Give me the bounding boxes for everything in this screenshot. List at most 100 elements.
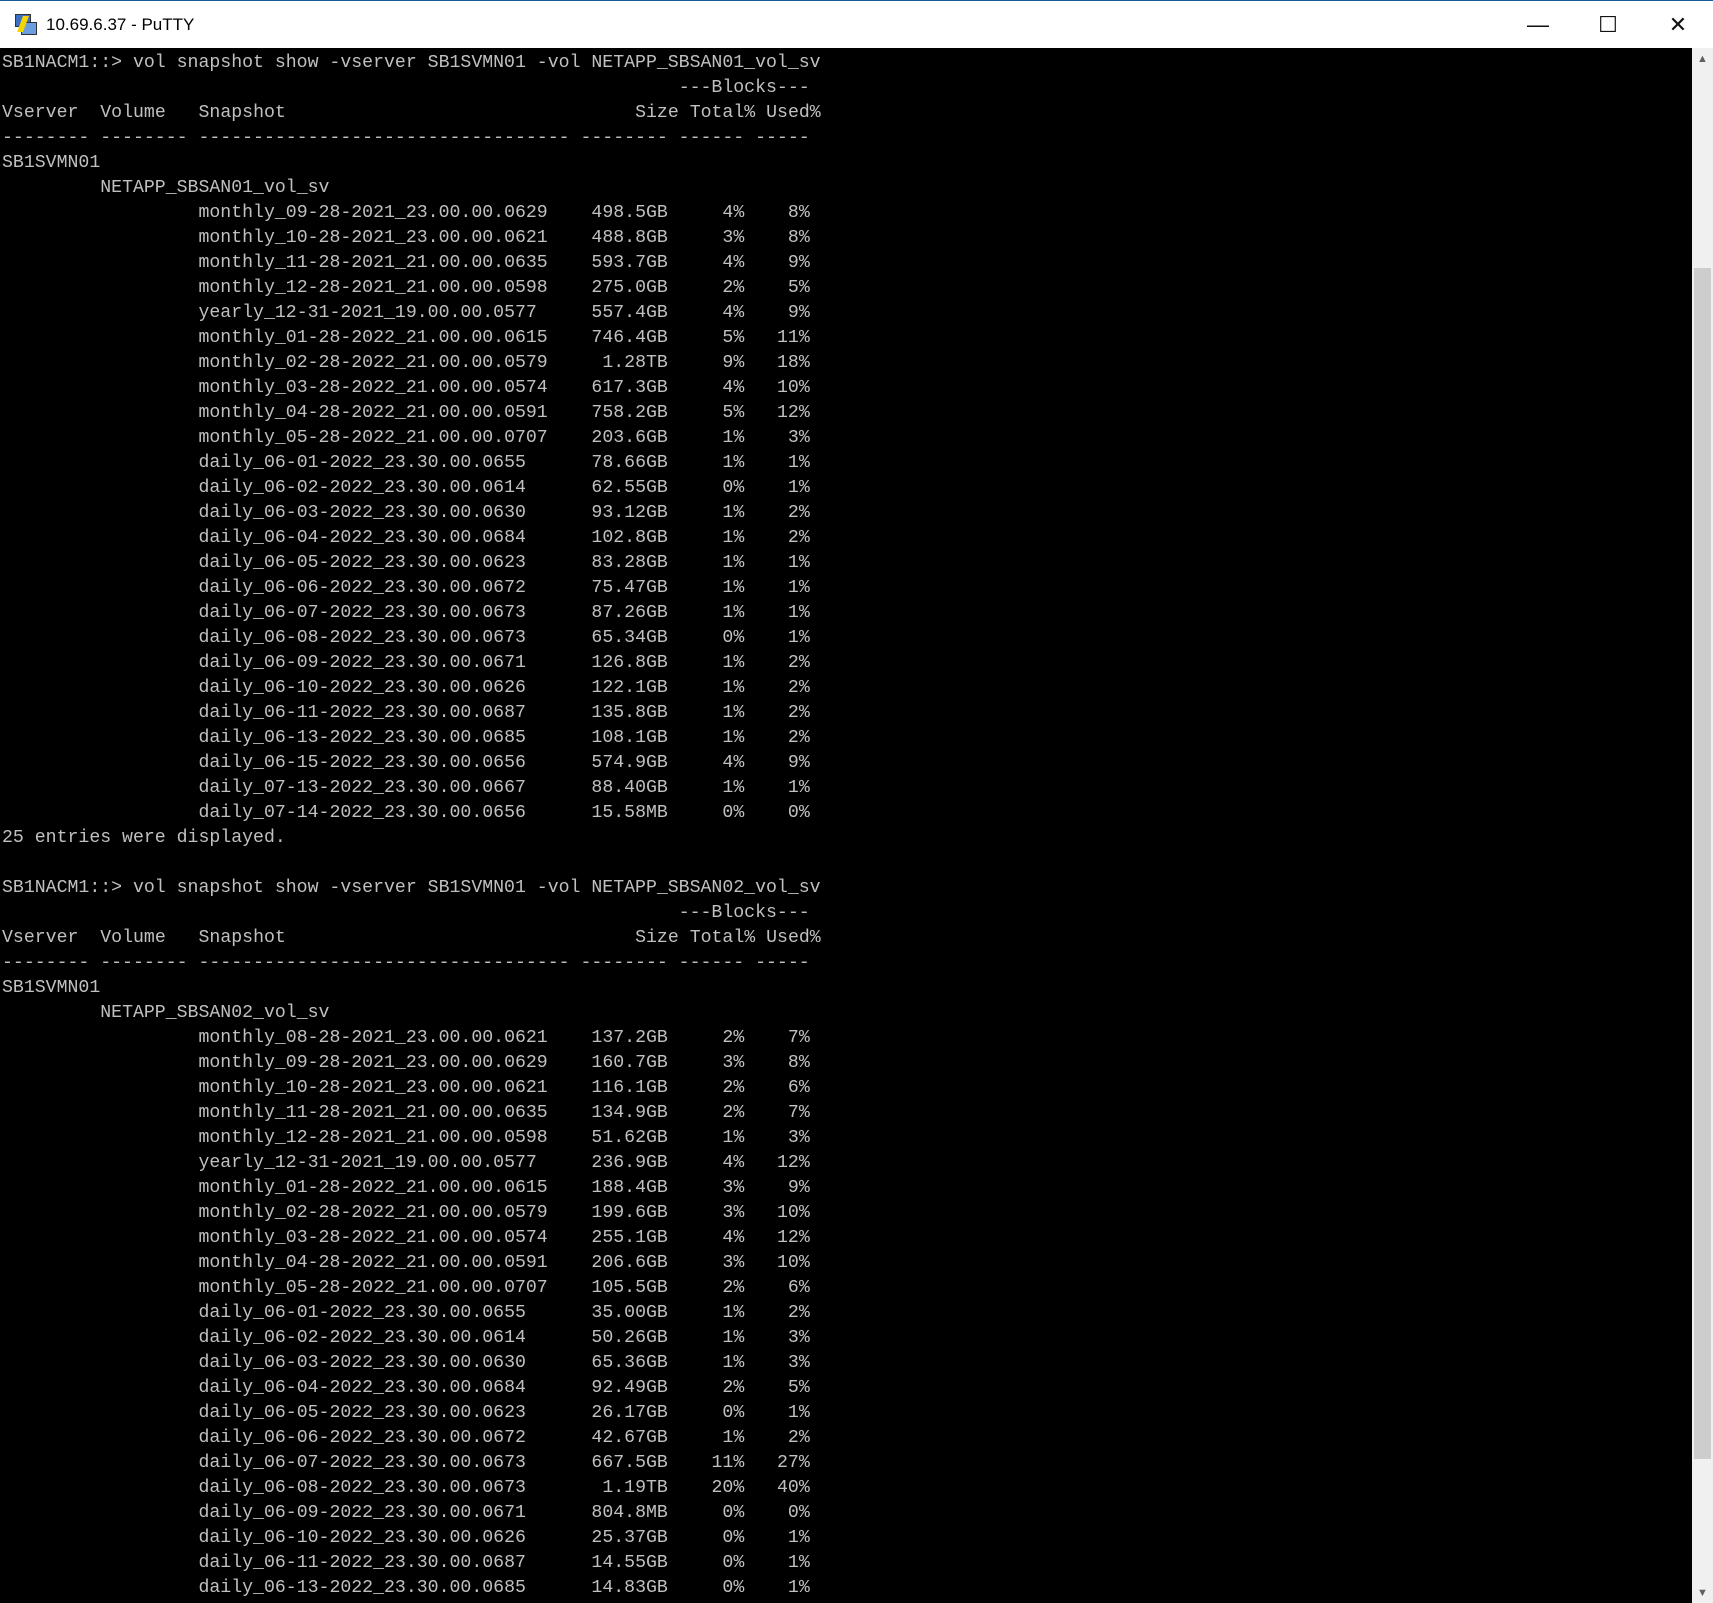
snapshot-size: 14.55GB (591, 1553, 668, 1573)
snapshot-size: 199.6GB (591, 1203, 668, 1223)
snapshot-size: 42.67GB (591, 1428, 668, 1448)
used-percent: 8% (787, 1053, 810, 1073)
vertical-scrollbar[interactable]: ▲ ▼ (1692, 48, 1713, 1603)
snapshot-size: 50.26GB (591, 1328, 668, 1348)
total-percent: 3% (722, 1178, 745, 1198)
table-row: monthly_11-28-2021_21.00.00.0635 593.7GB… (2, 251, 821, 276)
snapshot-name: monthly_04-28-2022_21.00.00.0591 (198, 1253, 548, 1273)
total-percent: 3% (722, 1053, 745, 1073)
table-row: daily_06-02-2022_23.30.00.0614 50.26GB 1… (2, 1326, 821, 1351)
table-row: daily_06-08-2022_23.30.00.0673 1.19TB 20… (2, 1476, 821, 1501)
command-text: SB1NACM1::> vol snapshot show -vserver S… (2, 878, 821, 898)
putty-icon[interactable] (12, 12, 38, 38)
table-row: monthly_04-28-2022_21.00.00.0591 758.2GB… (2, 401, 821, 426)
total-percent: 2% (722, 1278, 745, 1298)
total-percent: 1% (722, 653, 745, 673)
scroll-up-arrow-icon[interactable]: ▲ (1692, 48, 1713, 69)
snapshot-size: 87.26GB (591, 603, 668, 623)
used-percent: 2% (787, 653, 810, 673)
table-row: monthly_04-28-2022_21.00.00.0591 206.6GB… (2, 1251, 821, 1276)
table-row: daily_06-05-2022_23.30.00.0623 26.17GB 0… (2, 1401, 821, 1426)
total-percent: 1% (722, 578, 745, 598)
snapshot-name: daily_06-09-2022_23.30.00.0671 (198, 1503, 526, 1523)
snapshot-name: monthly_03-28-2022_21.00.00.0574 (198, 378, 548, 398)
command-prompt: SB1NACM1::> vol snapshot show -vserver S… (2, 51, 821, 76)
total-percent: 0% (722, 1528, 745, 1548)
total-percent: 4% (722, 1228, 745, 1248)
snapshot-size: 51.62GB (591, 1128, 668, 1148)
blocks-header: ---Blocks--- (2, 76, 821, 101)
total-percent: 4% (722, 1153, 745, 1173)
total-percent: 5% (722, 328, 745, 348)
snapshot-name: daily_06-15-2022_23.30.00.0656 (198, 753, 526, 773)
total-percent: 0% (722, 1578, 745, 1598)
total-percent: 1% (722, 528, 745, 548)
close-button[interactable]: ✕ (1643, 1, 1713, 48)
used-percent: 11% (777, 328, 810, 348)
used-percent: 3% (787, 1128, 810, 1148)
snapshot-name: monthly_12-28-2021_21.00.00.0598 (198, 1128, 548, 1148)
total-percent: 1% (722, 1328, 745, 1348)
table-row: monthly_11-28-2021_21.00.00.0635 134.9GB… (2, 1101, 821, 1126)
snapshot-name: daily_06-02-2022_23.30.00.0614 (198, 1328, 526, 1348)
table-row: daily_06-13-2022_23.30.00.0685 14.83GB 0… (2, 1576, 821, 1601)
table-row: daily_06-06-2022_23.30.00.0672 42.67GB 1… (2, 1426, 821, 1451)
vserver-name: SB1SVMN01 (2, 153, 101, 173)
snapshot-name: daily_06-13-2022_23.30.00.0685 (198, 728, 526, 748)
total-percent: 1% (722, 1128, 745, 1148)
used-percent: 8% (787, 228, 810, 248)
scroll-down-arrow-icon[interactable]: ▼ (1692, 1582, 1713, 1603)
maximize-button[interactable]: ☐ (1573, 1, 1643, 48)
volume-name: NETAPP_SBSAN02_vol_sv (100, 1003, 330, 1023)
minimize-button[interactable]: — (1503, 1, 1573, 48)
snapshot-size: 160.7GB (591, 1053, 668, 1073)
divider: -------- -------- ----------------------… (2, 953, 810, 973)
used-percent: 1% (787, 578, 810, 598)
total-percent: 1% (722, 728, 745, 748)
total-percent: 2% (722, 1078, 745, 1098)
used-percent: 1% (787, 553, 810, 573)
used-percent: 12% (777, 403, 810, 423)
terminal-output[interactable]: SB1NACM1::> vol snapshot show -vserver S… (0, 48, 1692, 1603)
total-percent: 11% (711, 1453, 745, 1473)
total-percent: 0% (722, 478, 745, 498)
snapshot-size: 206.6GB (591, 1253, 668, 1273)
used-percent: 18% (777, 353, 810, 373)
snapshot-size: 498.5GB (591, 203, 668, 223)
scrollbar-thumb[interactable] (1694, 268, 1711, 1459)
total-percent: 4% (722, 303, 745, 323)
entries-count: 25 entries were displayed. (2, 828, 286, 848)
col-size: Size (635, 103, 679, 123)
used-percent: 10% (777, 1253, 810, 1273)
used-percent: 1% (787, 1553, 810, 1573)
col-volume: Volume (100, 103, 166, 123)
used-percent: 9% (787, 253, 810, 273)
used-percent: 12% (777, 1228, 810, 1248)
snapshot-size: 88.40GB (591, 778, 668, 798)
total-percent: 1% (722, 1428, 745, 1448)
snapshot-name: monthly_09-28-2021_23.00.00.0629 (198, 1053, 548, 1073)
snapshot-name: daily_06-03-2022_23.30.00.0630 (198, 503, 526, 523)
table-row: daily_06-01-2022_23.30.00.0655 78.66GB 1… (2, 451, 821, 476)
snapshot-name: daily_06-11-2022_23.30.00.0687 (198, 1553, 526, 1573)
table-row: daily_06-06-2022_23.30.00.0672 75.47GB 1… (2, 576, 821, 601)
total-percent: 1% (722, 603, 745, 623)
col-vserver: Vserver (2, 103, 79, 123)
table-row: daily_06-09-2022_23.30.00.0671 804.8MB 0… (2, 1501, 821, 1526)
title-bar[interactable]: 10.69.6.37 - PuTTY — ☐ ✕ (0, 0, 1713, 48)
used-percent: 27% (777, 1453, 810, 1473)
total-percent: 9% (722, 353, 745, 373)
col-volume: Volume (100, 928, 166, 948)
snapshot-size: 62.55GB (591, 478, 668, 498)
used-percent: 12% (776, 1153, 810, 1173)
total-percent: 1% (722, 453, 745, 473)
snapshot-size: 804.8MB (591, 1503, 668, 1523)
snapshot-size: 746.4GB (591, 328, 668, 348)
col-snapshot: Snapshot (198, 103, 286, 123)
snapshot-size: 134.9GB (591, 1103, 668, 1123)
total-percent: 5% (722, 403, 745, 423)
divider: -------- -------- ----------------------… (2, 128, 810, 148)
total-percent: 1% (722, 1303, 745, 1323)
table-row: monthly_05-28-2022_21.00.00.0707 203.6GB… (2, 426, 821, 451)
